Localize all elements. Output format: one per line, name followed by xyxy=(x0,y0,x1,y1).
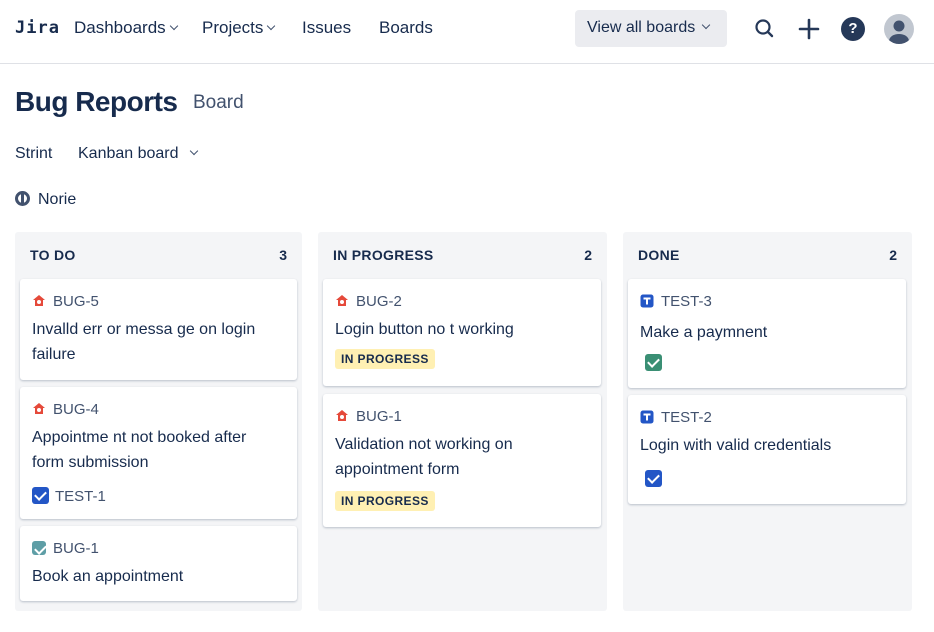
nav-projects[interactable]: Projects xyxy=(202,18,276,38)
nav-dashboards-label: Dashboards xyxy=(74,18,166,37)
issue-summary: Make a paymnent xyxy=(640,324,768,341)
plus-icon[interactable] xyxy=(794,14,824,44)
chevron-down-icon xyxy=(189,146,198,156)
issue-summary: Validation not working on appointment fo… xyxy=(335,436,513,478)
user-filter-icon xyxy=(15,191,30,206)
column-title: TO DO xyxy=(30,247,76,263)
issue-key: BUG-4 xyxy=(32,400,99,418)
nav-dashboards[interactable]: Dashboards xyxy=(74,18,178,38)
help-icon[interactable]: ? xyxy=(841,17,865,41)
chevron-down-icon xyxy=(701,20,711,30)
bug-icon xyxy=(336,410,348,421)
user-filter-label: Norie xyxy=(38,191,77,208)
issue-card-bug-2[interactable]: BUG-2 Login button no t working IN PROGR… xyxy=(323,279,601,386)
checkbox-icon xyxy=(645,470,662,487)
bug-icon xyxy=(33,295,45,306)
issue-card-bug-1[interactable]: BUG-1 Book an appointment xyxy=(20,526,297,601)
issue-key-text: TEST-3 xyxy=(661,293,712,310)
column-todo: TO DO 3 BUG-5 Invalld err or messa ge on… xyxy=(15,232,302,611)
issue-key-text: BUG-1 xyxy=(53,540,99,557)
issue-key: BUG-1 xyxy=(335,407,402,425)
issue-key: BUG-1 xyxy=(32,539,99,557)
bug-icon xyxy=(336,295,348,306)
done-check-icon xyxy=(32,541,46,555)
nav-projects-label: Projects xyxy=(202,18,264,37)
task-icon xyxy=(640,294,654,308)
issue-summary: Login with valid credentials xyxy=(640,437,832,454)
status-badge: IN PROGRESS xyxy=(335,491,435,511)
chevron-down-icon xyxy=(267,21,276,31)
column-done: DONE 2 TEST-3 Make a paymnent TEST-2 Log… xyxy=(623,232,912,611)
column-title: IN PROGRESS xyxy=(333,247,434,263)
column-count: 2 xyxy=(889,247,897,263)
user-avatar-icon[interactable] xyxy=(884,14,914,44)
status-badge: IN PROGRESS xyxy=(335,349,435,369)
search-icon[interactable] xyxy=(750,14,780,44)
linked-issue-key: TEST-1 xyxy=(55,488,106,505)
issue-key-text: TEST-2 xyxy=(661,409,712,426)
issue-key-text: BUG-1 xyxy=(356,408,402,425)
issue-card-test-2[interactable]: TEST-2 Login with valid credentials xyxy=(628,395,906,504)
column-title: DONE xyxy=(638,247,680,263)
issue-summary: Login button no t working xyxy=(335,321,514,338)
page-title: Bug Reports xyxy=(15,86,178,117)
issue-key-text: BUG-5 xyxy=(53,293,99,310)
chevron-down-icon xyxy=(169,21,178,31)
issue-card-test-3[interactable]: TEST-3 Make a paymnent xyxy=(628,279,906,388)
issue-summary: Book an appointment xyxy=(32,568,184,585)
checkbox-icon xyxy=(32,487,49,504)
filter-label: Strint xyxy=(15,145,53,162)
column-count: 2 xyxy=(584,247,592,263)
column-in-progress: IN PROGRESS 2 BUG-2 Login button no t wo… xyxy=(318,232,607,611)
view-all-boards-label: View all boards xyxy=(587,19,696,36)
issue-summary: Invalld err or messa ge on login failure xyxy=(32,321,256,363)
issue-key: TEST-3 xyxy=(640,292,712,310)
board-type-select[interactable]: Kanban board xyxy=(78,145,198,163)
issue-card-bug-5[interactable]: BUG-5 Invalld err or messa ge on login f… xyxy=(20,279,297,380)
user-filter[interactable]: Norie xyxy=(15,189,76,209)
bug-icon xyxy=(33,403,45,414)
issue-summary: Appointme nt not booked after form submi… xyxy=(32,429,247,471)
view-all-boards-button[interactable]: View all boards xyxy=(575,10,727,47)
nav-issues[interactable]: Issues xyxy=(302,18,351,38)
top-navigation: Jira Dashboards Projects Issues Boards V… xyxy=(0,0,934,64)
linked-issue[interactable]: TEST-1 xyxy=(32,484,106,505)
task-icon xyxy=(640,410,654,424)
nav-boards[interactable]: Boards xyxy=(379,18,433,38)
issue-key: TEST-2 xyxy=(640,408,712,426)
done-check-icon xyxy=(645,354,662,371)
issue-key-text: BUG-4 xyxy=(53,401,99,418)
issue-key: BUG-2 xyxy=(335,292,402,310)
page-subtitle: Board xyxy=(193,92,244,113)
jira-logo[interactable]: Jira xyxy=(15,18,60,38)
issue-key: BUG-5 xyxy=(32,292,99,310)
issue-card-bug-1-progress[interactable]: BUG-1 Validation not working on appointm… xyxy=(323,394,601,527)
issue-key-text: BUG-2 xyxy=(356,293,402,310)
board-type-value: Kanban board xyxy=(78,145,179,162)
column-count: 3 xyxy=(279,247,287,263)
issue-card-bug-4[interactable]: BUG-4 Appointme nt not booked after form… xyxy=(20,387,297,519)
